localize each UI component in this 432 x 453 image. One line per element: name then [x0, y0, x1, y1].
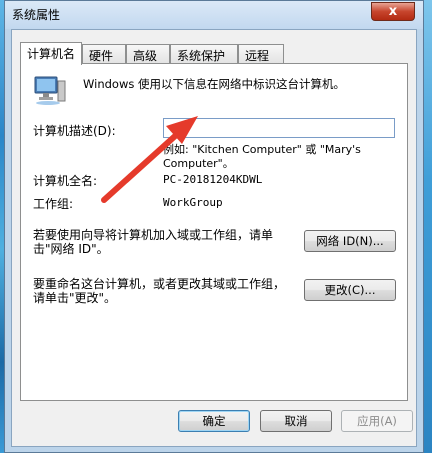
full-name-label: 计算机全名:: [33, 174, 98, 188]
title-bar[interactable]: 系统属性 x: [5, 1, 423, 29]
change-button[interactable]: 更改(C)...: [304, 279, 396, 301]
network-id-text-line-1: 若要使用向导将计算机加入域或工作组，请单: [33, 228, 274, 242]
network-id-text-line-2: 击"网络 ID"。: [33, 242, 109, 256]
close-button[interactable]: x: [371, 2, 415, 21]
network-id-instructions: 若要使用向导将计算机加入域或工作组，请单 击"网络 ID"。: [33, 228, 273, 256]
system-properties-dialog: 系统属性 x 计算机名 硬件 高级 系统保护 远程 Windows 使用以下信息…: [4, 0, 424, 453]
full-name-value: PC-20181204KDWL: [163, 173, 263, 186]
rename-instructions: 要重命名这台计算机，或者更改其域或工作组， 请单击"更改"。: [33, 277, 285, 305]
cancel-button[interactable]: 取消: [260, 410, 332, 432]
tab-advanced[interactable]: 高级: [126, 44, 170, 63]
tab-remote[interactable]: 远程: [238, 44, 284, 63]
example-line-1: 例如: "Kitchen Computer" 或 "Mary's: [163, 143, 361, 156]
description-label: 计算机描述(D):: [33, 124, 116, 138]
example-line-2: Computer"。: [163, 157, 234, 170]
window-title: 系统属性: [12, 8, 61, 22]
workgroup-value: WorkGroup: [163, 196, 223, 209]
network-id-button[interactable]: 网络 ID(N)...: [304, 230, 396, 252]
rename-text-line-1: 要重命名这台计算机，或者更改其域或工作组，: [33, 277, 286, 291]
ok-button[interactable]: 确定: [178, 410, 250, 432]
tab-hardware[interactable]: 硬件: [82, 44, 126, 63]
dialog-client-area: 计算机名 硬件 高级 系统保护 远程 Windows 使用以下信息在网络中标识这…: [11, 29, 417, 447]
workgroup-label: 工作组:: [33, 197, 74, 211]
tab-system-protection[interactable]: 系统保护: [170, 44, 238, 63]
computer-description-input[interactable]: [163, 118, 395, 138]
computer-monitor-icon: [34, 76, 66, 105]
computer-name-panel: Windows 使用以下信息在网络中标识这台计算机。 计算机描述(D): 例如:…: [20, 63, 408, 401]
rename-text-line-2: 请单击"更改"。: [33, 291, 117, 305]
apply-button[interactable]: 应用(A): [341, 410, 413, 432]
close-icon: x: [388, 4, 398, 19]
intro-text: Windows 使用以下信息在网络中标识这台计算机。: [83, 77, 345, 91]
description-example: 例如: "Kitchen Computer" 或 "Mary's Compute…: [163, 143, 403, 171]
tab-computer-name[interactable]: 计算机名: [20, 42, 82, 65]
